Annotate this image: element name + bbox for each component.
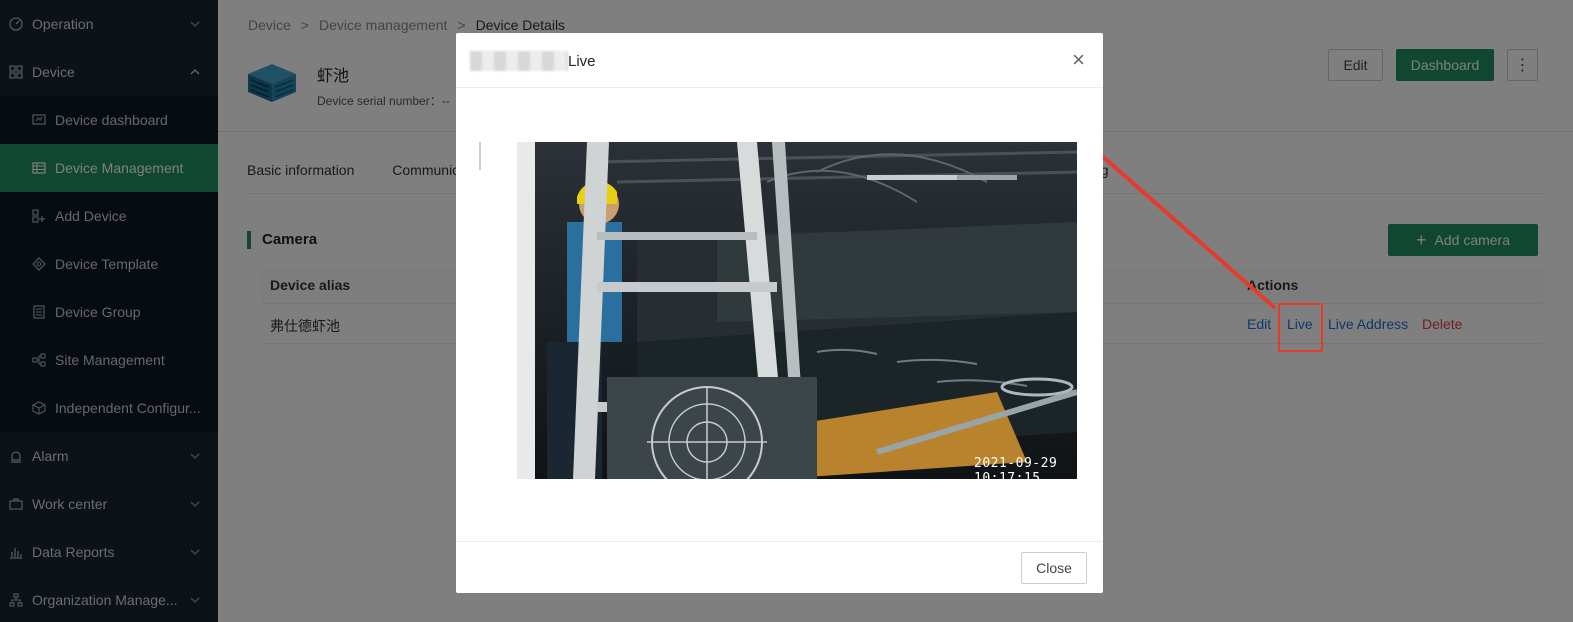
video-timestamp: 2021-09-29 10:17:15 (974, 456, 1058, 479)
live-modal: Live × 2021-09-29 10:17:15 Close (456, 33, 1103, 593)
redacted-camera-name (470, 51, 568, 71)
live-video-player[interactable]: 2021-09-29 10:17:15 (479, 142, 1077, 479)
close-button[interactable]: Close (1021, 552, 1087, 584)
annotation-highlight-box (1278, 303, 1323, 352)
video-frame: 2021-09-29 10:17:15 (517, 142, 1077, 479)
video-left-edge (479, 142, 481, 170)
modal-title: Live (470, 51, 596, 71)
modal-footer: Close (456, 541, 1103, 593)
close-icon[interactable]: × (1072, 49, 1085, 71)
modal-header: Live × (456, 33, 1103, 88)
modal-title-suffix: Live (568, 52, 596, 70)
